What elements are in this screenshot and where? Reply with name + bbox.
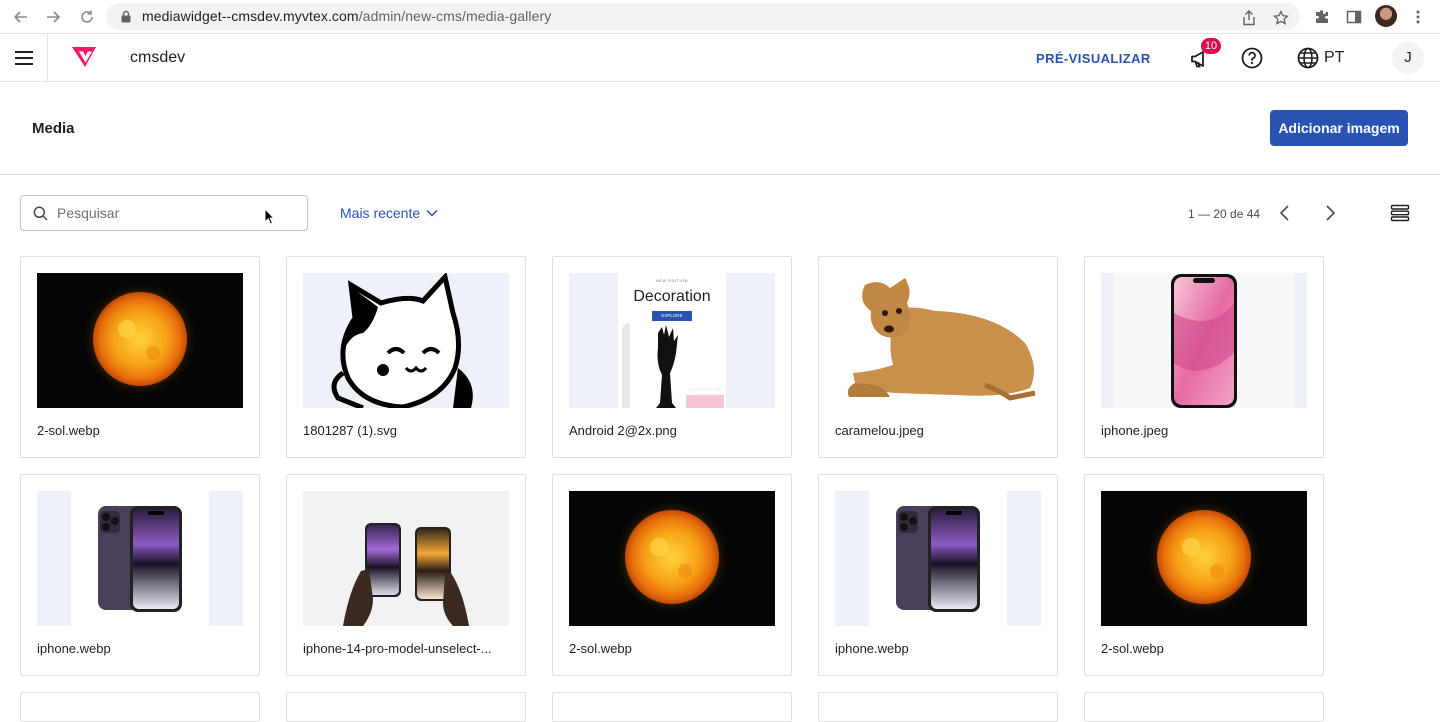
- media-card[interactable]: NEW EDITION Decoration EXPLORE Android 2…: [552, 256, 792, 458]
- sort-label: Mais recente: [340, 205, 421, 221]
- iphone-purple-thumbnail: [835, 491, 1041, 626]
- back-arrow-icon[interactable]: [10, 6, 32, 28]
- app-header: cmsdev PRÉ-VISUALIZAR 10 PT J: [0, 34, 1440, 82]
- extensions-icon[interactable]: [1313, 8, 1331, 26]
- globe-icon[interactable]: [1297, 47, 1319, 69]
- browser-toolbar: mediawidget--cmsdev.myvtex.com/admin/new…: [0, 0, 1440, 34]
- media-card[interactable]: iphone-14-pro-model-unselect-...: [286, 474, 526, 676]
- decoration-explore-button: EXPLORE: [652, 311, 692, 321]
- media-card[interactable]: [286, 692, 526, 722]
- media-name: 2-sol.webp: [37, 423, 100, 438]
- bookmark-star-icon[interactable]: [1272, 9, 1290, 27]
- media-card[interactable]: caramelou.jpeg: [818, 256, 1058, 458]
- decoration-kicker: NEW EDITION: [655, 278, 689, 283]
- search-input[interactable]: [57, 202, 297, 224]
- media-name: 1801287 (1).svg: [303, 423, 397, 438]
- media-card[interactable]: [818, 692, 1058, 722]
- vtex-logo[interactable]: [71, 46, 97, 68]
- media-card[interactable]: 1801287 (1).svg: [286, 256, 526, 458]
- side-panel-icon[interactable]: [1345, 8, 1363, 26]
- chevron-right-icon[interactable]: [1322, 204, 1338, 222]
- media-card[interactable]: iphone.jpeg: [1084, 256, 1324, 458]
- media-name: iphone.webp: [37, 641, 111, 656]
- dog-thumbnail: [835, 273, 1041, 408]
- iphone-pink-thumbnail: [1101, 273, 1307, 408]
- media-card[interactable]: [20, 692, 260, 722]
- lock-icon: [121, 10, 131, 23]
- media-name: Android 2@2x.png: [569, 423, 677, 438]
- cat-thumbnail: [303, 273, 509, 408]
- url-text: mediawidget--cmsdev.myvtex.com/admin/new…: [142, 8, 551, 24]
- chevron-down-icon: [426, 209, 438, 217]
- media-name: 2-sol.webp: [1101, 641, 1164, 656]
- list-view-icon[interactable]: [1390, 204, 1410, 222]
- media-card[interactable]: [1084, 692, 1324, 722]
- browser-profile-avatar[interactable]: [1375, 5, 1397, 27]
- sun-thumbnail: [1101, 491, 1307, 626]
- help-icon[interactable]: [1241, 47, 1263, 69]
- kebab-menu-icon[interactable]: [1409, 8, 1427, 26]
- search-icon: [33, 206, 48, 221]
- address-bar[interactable]: mediawidget--cmsdev.myvtex.com/admin/new…: [106, 3, 1300, 30]
- add-image-button[interactable]: Adicionar imagem: [1270, 110, 1408, 146]
- decoration-title: Decoration: [633, 288, 711, 305]
- page-title: Media: [32, 120, 75, 137]
- media-card[interactable]: iphone.webp: [20, 474, 260, 676]
- user-avatar[interactable]: J: [1392, 42, 1424, 74]
- media-name: iphone.webp: [835, 641, 909, 656]
- hamburger-menu-icon[interactable]: [0, 34, 48, 82]
- media-card[interactable]: 2-sol.webp: [20, 256, 260, 458]
- media-card[interactable]: [552, 692, 792, 722]
- media-card[interactable]: iphone.webp: [818, 474, 1058, 676]
- media-name: iphone.jpeg: [1101, 423, 1169, 438]
- page-header: Media Adicionar imagem: [0, 82, 1440, 175]
- iphone-hands-thumbnail: [303, 491, 509, 626]
- media-card[interactable]: 2-sol.webp: [1084, 474, 1324, 676]
- media-name: caramelou.jpeg: [835, 423, 924, 438]
- reload-icon[interactable]: [76, 6, 98, 28]
- share-icon[interactable]: [1240, 9, 1258, 27]
- pagination-label: 1 — 20 de 44: [1188, 207, 1261, 221]
- language-selector[interactable]: PT: [1324, 49, 1344, 67]
- media-name: iphone-14-pro-model-unselect-...: [303, 641, 492, 656]
- forward-arrow-icon[interactable]: [42, 6, 64, 28]
- workspace-name: cmsdev: [130, 49, 186, 66]
- url-path: /admin/new-cms/media-gallery: [358, 8, 552, 24]
- mouse-cursor-icon: [264, 208, 276, 225]
- media-card[interactable]: 2-sol.webp: [552, 474, 792, 676]
- preview-button[interactable]: PRÉ-VISUALIZAR: [1036, 51, 1151, 66]
- media-name: 2-sol.webp: [569, 641, 632, 656]
- sun-thumbnail: [569, 491, 775, 626]
- iphone-purple-thumbnail: [37, 491, 243, 626]
- chevron-left-icon[interactable]: [1277, 204, 1293, 222]
- notification-count-badge: 10: [1201, 38, 1221, 54]
- url-host: mediawidget--cmsdev.myvtex.com: [142, 8, 359, 24]
- decoration-thumbnail: NEW EDITION Decoration EXPLORE: [569, 273, 775, 408]
- sort-dropdown[interactable]: Mais recente: [340, 205, 438, 221]
- sun-thumbnail: [37, 273, 243, 408]
